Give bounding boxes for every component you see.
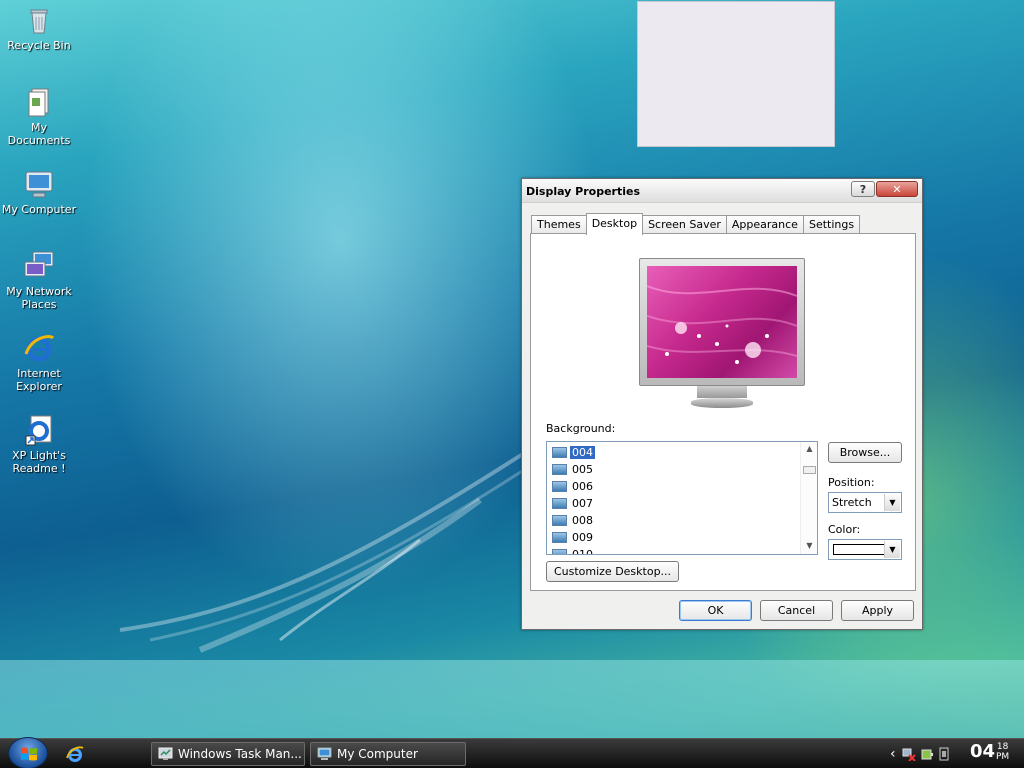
color-label: Color: (828, 523, 861, 536)
desktop-icon-internet-explorer[interactable]: Internet Explorer (1, 332, 77, 393)
clock-minute-ampm[interactable]: 18 PM (996, 742, 1009, 762)
taskbar: Windows Task Man... My Computer ‹ 04 18 … (0, 737, 1024, 768)
chevron-down-icon[interactable]: ▼ (884, 541, 900, 558)
cancel-button[interactable]: Cancel (760, 600, 833, 621)
desktop-icon-label: My Computer (1, 203, 77, 216)
wallpaper-floor (0, 660, 1024, 738)
desktop-icon-label: My Documents (7, 121, 71, 147)
desktop-icon-my-network-places[interactable]: My Network Places (1, 250, 77, 311)
monitor-stand (697, 386, 747, 398)
volume-icon[interactable] (938, 747, 952, 761)
list-item[interactable]: 009 (552, 529, 595, 545)
desktop-icon-label: XP Light's Readme ! (12, 449, 66, 475)
tab-desktop[interactable]: Desktop (585, 213, 644, 235)
clock-minute: 18 (996, 742, 1009, 752)
position-value: Stretch (832, 496, 872, 509)
image-file-icon (552, 463, 567, 475)
task-label: My Computer (337, 747, 418, 761)
position-label: Position: (828, 476, 875, 489)
ok-button[interactable]: OK (679, 600, 752, 621)
internet-explorer-icon (24, 335, 55, 362)
network-disconnected-icon[interactable] (902, 747, 916, 761)
clock-ampm: PM (996, 752, 1010, 762)
image-file-icon (552, 548, 567, 554)
tab-settings[interactable]: Settings (802, 215, 861, 234)
clock-hour[interactable]: 04 (970, 741, 995, 762)
quicklaunch-ie-icon[interactable] (66, 745, 84, 763)
list-item[interactable]: 006 (552, 478, 595, 494)
desktop-tab-panel: Background: 004 005 006 007 008 009 010 … (530, 233, 916, 591)
close-button[interactable]: ✕ (876, 181, 918, 197)
start-button[interactable] (8, 737, 48, 768)
apply-button[interactable]: Apply (841, 600, 914, 621)
list-item[interactable]: 005 (552, 461, 595, 477)
task-manager-icon (158, 747, 173, 760)
readme-shortcut-icon (25, 415, 52, 446)
tab-themes[interactable]: Themes (531, 215, 587, 234)
position-select[interactable]: Stretch ▼ (828, 492, 902, 513)
system-tray: ‹ (890, 741, 956, 767)
list-item[interactable]: 008 (552, 512, 595, 528)
image-file-icon (552, 497, 567, 509)
help-button[interactable]: ? (851, 181, 875, 197)
color-swatch (833, 544, 887, 555)
background-list[interactable]: 004 005 006 007 008 009 010 ▲ ▼ (546, 441, 818, 555)
task-windows-task-manager[interactable]: Windows Task Man... (151, 742, 305, 766)
list-scrollbar[interactable]: ▲ ▼ (800, 442, 817, 554)
tab-screen-saver[interactable]: Screen Saver (642, 215, 727, 234)
list-item[interactable]: 004 (552, 444, 595, 460)
tray-expand-icon[interactable]: ‹ (890, 746, 896, 762)
desktop-icon-xp-light-readme[interactable]: XP Light's Readme ! (1, 414, 77, 475)
battery-icon[interactable] (920, 747, 934, 761)
blank-window[interactable] (637, 1, 835, 147)
image-file-icon (552, 514, 567, 526)
desktop-icon-recycle-bin[interactable]: Recycle Bin (1, 4, 77, 52)
tab-appearance[interactable]: Appearance (725, 215, 804, 234)
dialog-title: Display Properties (526, 185, 641, 198)
wallpaper-preview-image (647, 285, 797, 364)
task-label: Windows Task Man... (178, 747, 302, 761)
monitor-foot (691, 398, 753, 408)
tab-strip: Themes Desktop Screen Saver Appearance S… (531, 213, 861, 235)
windows-logo-icon (21, 747, 37, 761)
display-properties-dialog[interactable]: Display Properties ? ✕ Themes Desktop Sc… (521, 178, 923, 630)
desktop-icon-my-documents[interactable]: My Documents (1, 86, 77, 147)
list-item[interactable]: 010 (552, 546, 595, 554)
browse-button[interactable]: Browse... (828, 442, 902, 463)
chevron-down-icon[interactable]: ▼ (884, 494, 900, 511)
scrollbar-thumb[interactable] (803, 466, 816, 474)
desktop-icon-label: Recycle Bin (7, 39, 71, 52)
image-file-icon (552, 480, 567, 492)
background-label: Background: (546, 422, 616, 435)
my-computer-icon (25, 171, 53, 198)
scroll-down-icon[interactable]: ▼ (801, 539, 817, 553)
recycle-bin-icon (30, 9, 48, 34)
scroll-up-icon[interactable]: ▲ (801, 442, 817, 456)
customize-desktop-button[interactable]: Customize Desktop... (546, 561, 679, 582)
desktop-icon-label: My Network Places (6, 285, 72, 311)
desktop-icon-label: Internet Explorer (16, 367, 62, 393)
wallpaper-preview (647, 266, 797, 378)
task-my-computer[interactable]: My Computer (310, 742, 466, 766)
color-picker[interactable]: ▼ (828, 539, 902, 560)
desktop-icon-my-computer[interactable]: My Computer (1, 168, 77, 216)
my-documents-icon (28, 88, 49, 117)
my-computer-small-icon (317, 747, 332, 760)
dialog-titlebar[interactable]: Display Properties ? ✕ (522, 179, 922, 203)
network-places-icon (24, 251, 54, 277)
image-file-icon (552, 531, 567, 543)
image-file-icon (552, 446, 567, 458)
monitor-preview (639, 258, 807, 414)
monitor-frame (639, 258, 805, 386)
list-item[interactable]: 007 (552, 495, 595, 511)
